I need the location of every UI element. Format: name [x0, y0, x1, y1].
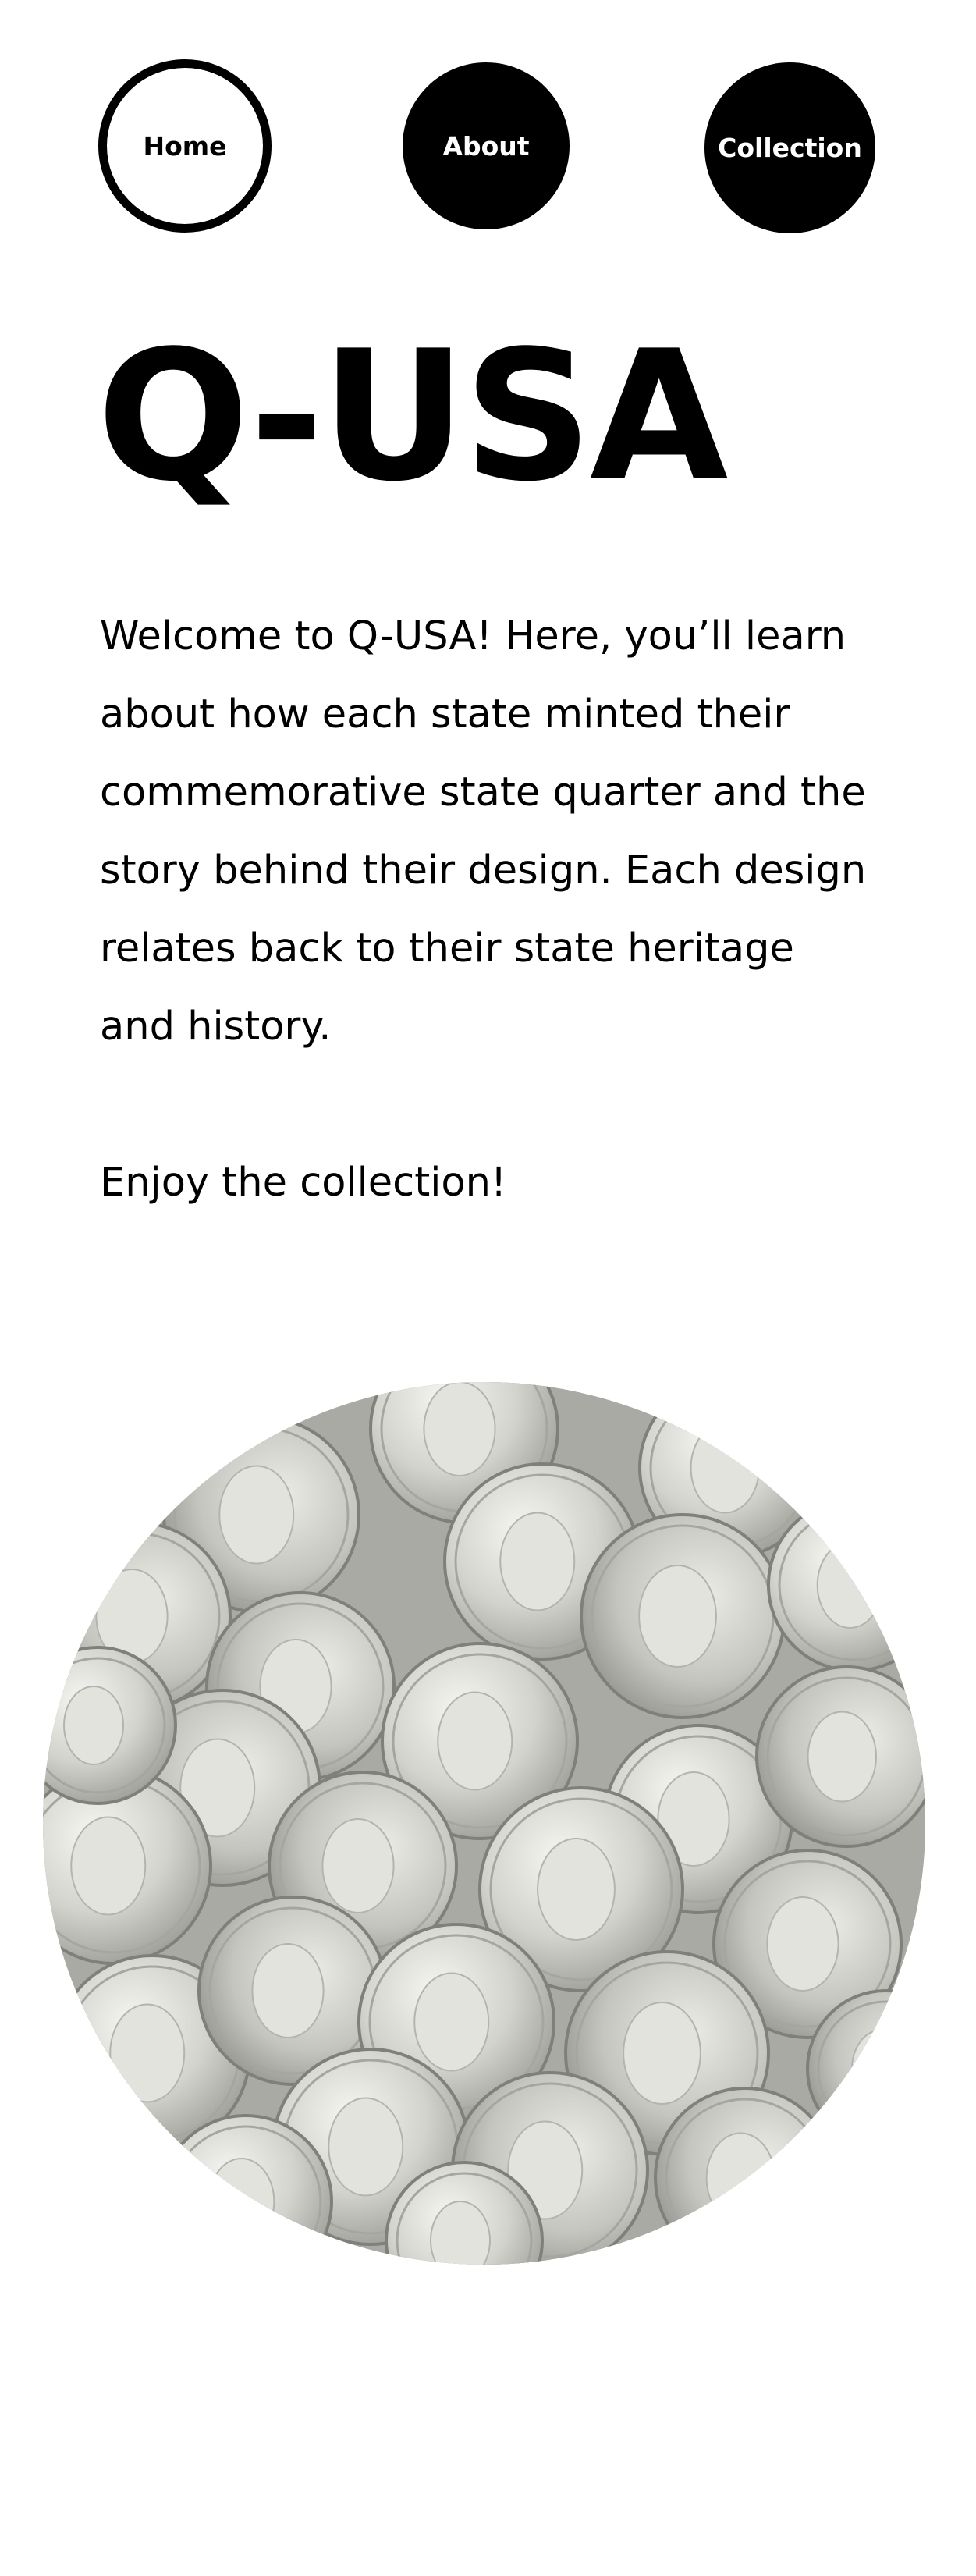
nav-about-button[interactable]: About — [403, 62, 570, 229]
main-nav: Home About Collection — [0, 0, 976, 250]
quarters-pile-image — [43, 1382, 925, 2265]
closing-text: Enjoy the collection! — [100, 1160, 507, 1206]
nav-home-button[interactable]: Home — [98, 59, 272, 233]
intro-paragraph: Welcome to Q-USA! Here, you’ll learn abo… — [100, 613, 867, 1050]
page-title: Q-USA — [97, 313, 729, 521]
nav-collection-button[interactable]: Collection — [704, 62, 875, 233]
coins-illustration — [43, 1382, 925, 2265]
